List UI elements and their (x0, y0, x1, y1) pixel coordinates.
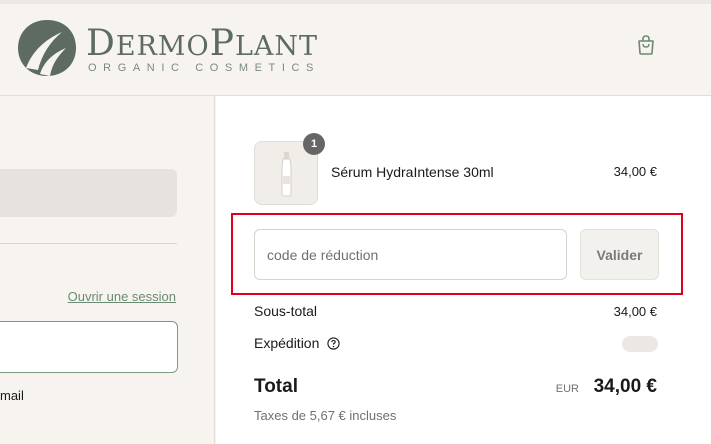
taxes-note: Taxes de 5,67 € incluses (254, 408, 397, 423)
checkout-form-panel: Ouvrir une session mail (0, 96, 215, 444)
shipping-cost-placeholder (622, 336, 658, 352)
express-checkout-button[interactable] (0, 169, 177, 217)
email-newsletter-label: mail (0, 388, 24, 403)
email-field[interactable] (0, 321, 178, 373)
login-link[interactable]: Ouvrir une session (68, 289, 176, 304)
total-value: 34,00 € (593, 376, 657, 397)
leaf-logo-icon (18, 20, 76, 76)
product-price: 34,00 € (613, 164, 657, 179)
apply-discount-button[interactable]: Valider (580, 229, 659, 280)
product-name: Sérum HydraIntense 30ml (331, 164, 494, 180)
header: DERMOPLANT ORGANIC COSMETICS (0, 0, 711, 96)
quantity-badge: 1 (303, 133, 325, 155)
subtotal-label: Sous-total (254, 303, 318, 319)
total-label: Total (254, 376, 298, 397)
question-circle-icon[interactable] (327, 337, 340, 350)
total-currency: EUR (555, 383, 579, 395)
brand-name: DERMOPLANT (86, 23, 318, 64)
brand-tagline: ORGANIC COSMETICS (88, 62, 320, 74)
divider (0, 243, 177, 244)
order-summary: 1 Sérum HydraIntense 30ml 34,00 € Valide… (216, 96, 711, 444)
shipping-label: Expédition (254, 335, 320, 351)
brand-logo[interactable]: DERMOPLANT ORGANIC COSMETICS (16, 18, 326, 78)
discount-code-input[interactable] (254, 229, 567, 280)
subtotal-value: 34,00 € (613, 304, 657, 319)
shopping-bag-icon[interactable] (635, 34, 657, 56)
